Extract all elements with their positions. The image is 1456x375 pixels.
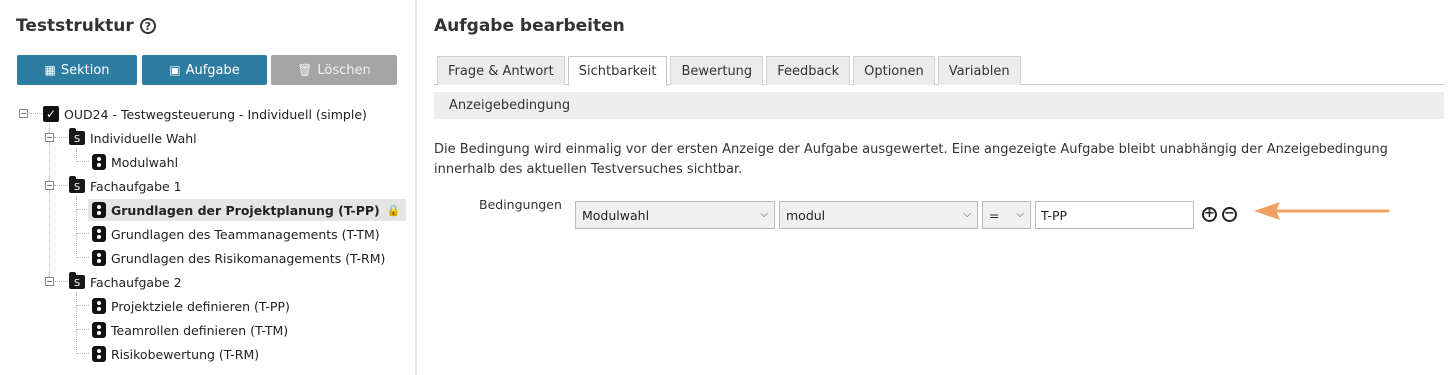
- tree-line: [77, 233, 89, 234]
- tree-section-node[interactable]: S Individuelle Wahl: [69, 127, 197, 149]
- tab-optionen[interactable]: Optionen: [853, 56, 935, 85]
- tree-task-node[interactable]: Risikobewertung (T-RM): [92, 343, 259, 365]
- tab-sichtbarkeit[interactable]: Sichtbarkeit: [567, 56, 668, 86]
- check-icon: ✓: [43, 106, 59, 122]
- task-icon: [92, 202, 106, 218]
- tree-task-label: Grundlagen des Risikomanagements (T-RM): [111, 250, 386, 266]
- tree-line: [76, 148, 77, 162]
- task-icon: [92, 322, 106, 338]
- tree-section-node[interactable]: S Fachaufgabe 2: [69, 271, 182, 293]
- task-add-icon: ▣: [169, 63, 181, 77]
- operator-select-value: =: [989, 207, 1000, 223]
- operator-select[interactable]: = ⌵: [982, 201, 1031, 229]
- test-structure-panel: Teststruktur ? ▦ Sektion ▣ Aufgabe 🗑 Lös…: [0, 0, 417, 375]
- lock-icon: 🔒: [386, 203, 401, 217]
- tree-line: [76, 292, 77, 354]
- tree-line: [49, 124, 50, 281]
- panel-title-text: Teststruktur: [16, 16, 134, 36]
- tab-feedback[interactable]: Feedback: [766, 56, 851, 85]
- variable-select[interactable]: modul ⌵: [779, 201, 978, 229]
- trash-icon: 🗑: [297, 63, 313, 77]
- collapse-toggle-section-3[interactable]: −: [45, 277, 54, 286]
- delete-label: Löschen: [317, 62, 371, 78]
- chevron-down-icon: ⌵: [963, 209, 971, 220]
- tree-task-node-selected[interactable]: Grundlagen der Projektplanung (T-PP) 🔒: [88, 199, 407, 221]
- tree-line: [54, 185, 68, 186]
- tree-line: [77, 305, 89, 306]
- task-icon: [92, 154, 106, 170]
- tree-line: [77, 329, 89, 330]
- plus-circle-icon[interactable]: +: [1202, 207, 1217, 222]
- add-section-label: Sektion: [60, 62, 110, 78]
- task-icon: [92, 226, 106, 242]
- section-icon: S: [69, 176, 85, 193]
- tab-frage-antwort[interactable]: Frage & Antwort: [437, 56, 565, 85]
- tree-task-label: Risikobewertung (T-RM): [111, 346, 260, 362]
- collapse-toggle-root[interactable]: −: [19, 109, 28, 118]
- tree-section-label: Fachaufgabe 2: [90, 274, 182, 290]
- add-task-label: Aufgabe: [185, 62, 240, 78]
- condition-value-input[interactable]: [1035, 201, 1194, 229]
- section-header-label: Anzeigebedingung: [449, 98, 571, 113]
- tree-task-node[interactable]: Teamrollen definieren (T-TM): [92, 319, 288, 341]
- tree-task-label: Grundlagen der Projektplanung (T-PP): [111, 202, 380, 218]
- tree-line: [54, 281, 68, 282]
- task-icon: [92, 250, 106, 266]
- page-title: Aufgabe bearbeiten: [434, 16, 625, 36]
- section-icon: ▦: [44, 63, 56, 77]
- module-select[interactable]: Modulwahl ⌵: [575, 201, 775, 229]
- tree-root-label: OUD24 - Testwegsteuerung - Individuell (…: [64, 106, 367, 122]
- test-tree: − − − − ✓ OUD24 - Testwegsteuerung - Ind…: [0, 100, 417, 370]
- add-section-button[interactable]: ▦ Sektion: [17, 55, 137, 85]
- tab-variablen[interactable]: Variablen: [937, 56, 1021, 85]
- collapse-toggle-section-1[interactable]: −: [45, 133, 54, 142]
- tree-line: [76, 196, 77, 258]
- description-text: Die Bedingung wird einmalig vor der erst…: [434, 142, 1388, 177]
- tab-bar: Frage & Antwort Sichtbarkeit Bewertung F…: [437, 56, 1021, 86]
- tree-task-node[interactable]: Grundlagen des Risikomanagements (T-RM): [92, 247, 385, 269]
- help-icon[interactable]: ?: [139, 18, 156, 34]
- chevron-down-icon: ⌵: [1016, 209, 1024, 220]
- section-header: Anzeigebedingung: [434, 92, 1444, 119]
- tree-root-node[interactable]: ✓ OUD24 - Testwegsteuerung - Individuell…: [43, 103, 367, 125]
- tree-task-label: Grundlagen des Teammanagements (T-TM): [111, 226, 380, 242]
- add-task-button[interactable]: ▣ Aufgabe: [142, 55, 267, 85]
- delete-button[interactable]: 🗑 Löschen: [271, 55, 397, 85]
- tree-task-node[interactable]: Projektziele definieren (T-PP): [92, 295, 290, 317]
- arrow-annotation: [1254, 202, 1390, 220]
- chevron-down-icon: ⌵: [760, 209, 768, 220]
- tree-task-node[interactable]: Modulwahl: [92, 151, 178, 173]
- section-icon: S: [69, 128, 85, 145]
- tree-line: [77, 353, 89, 354]
- tree-line: [54, 137, 68, 138]
- tree-section-node[interactable]: S Fachaufgabe 1: [69, 175, 182, 197]
- module-select-value: Modulwahl: [582, 207, 650, 223]
- tree-section-label: Fachaufgabe 1: [90, 178, 182, 194]
- section-icon: S: [69, 272, 85, 289]
- task-icon: [92, 346, 106, 362]
- variable-select-value: modul: [786, 207, 826, 223]
- tree-task-node[interactable]: Grundlagen des Teammanagements (T-TM): [92, 223, 380, 245]
- tree-task-label: Modulwahl: [111, 154, 179, 170]
- minus-circle-icon[interactable]: −: [1222, 207, 1237, 222]
- tab-bewertung[interactable]: Bewertung: [670, 56, 764, 85]
- tree-task-label: Projektziele definieren (T-PP): [111, 298, 290, 314]
- tree-line: [77, 257, 89, 258]
- conditions-label: Bedingungen: [479, 197, 562, 212]
- tree-task-label: Teamrollen definieren (T-TM): [111, 322, 289, 338]
- panel-title: Teststruktur ?: [16, 16, 156, 36]
- collapse-toggle-section-2[interactable]: −: [45, 181, 54, 190]
- tree-line: [77, 161, 89, 162]
- task-icon: [92, 298, 106, 314]
- tree-section-label: Individuelle Wahl: [90, 130, 197, 146]
